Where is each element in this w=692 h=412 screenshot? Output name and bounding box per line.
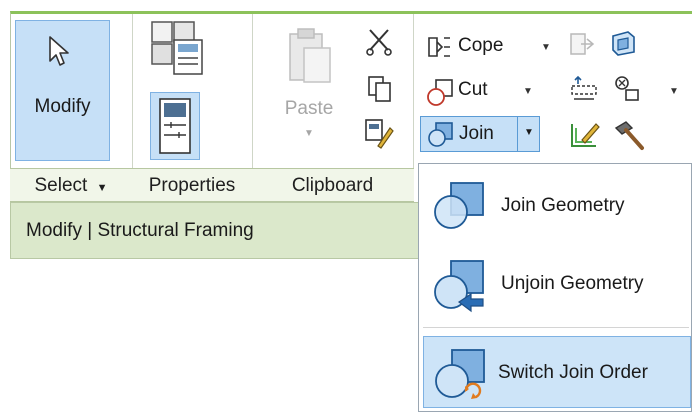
clipboard-panel-label: Clipboard [291, 175, 374, 196]
cut-geometry-label: Cut [458, 79, 488, 100]
modify-button[interactable]: Modify [15, 20, 110, 161]
select-panel-label[interactable]: Select ▼ [10, 169, 132, 202]
cope-label: Cope [458, 35, 504, 56]
contextual-tab-bar[interactable]: Modify | Structural Framing [10, 202, 419, 259]
cope-icon [428, 37, 450, 57]
paste-button[interactable]: Paste ▼ [266, 20, 352, 160]
menu-item-label: Unjoin Geometry [501, 273, 644, 294]
menu-item-unjoin-geometry[interactable]: Unjoin Geometry [423, 248, 691, 320]
paste-label: Paste [284, 98, 334, 119]
join-geometry-icon [434, 182, 484, 229]
edit-profile-icon[interactable] [568, 118, 600, 150]
menu-item-label: Join Geometry [501, 195, 625, 216]
type-properties-button[interactable] [150, 92, 200, 160]
menu-item-switch-join-order[interactable]: Switch Join Order [423, 336, 691, 408]
menu-separator [423, 327, 689, 328]
wall-join-icon[interactable] [568, 74, 600, 104]
select-panel-text: Select [34, 175, 88, 196]
hammer-icon[interactable] [612, 118, 646, 152]
paint-icon[interactable] [608, 28, 638, 58]
panel-label-bar: Select ▼ Properties Clipboard [10, 168, 414, 202]
cursor-arrow-icon [49, 36, 69, 66]
cut-geometry-icon [427, 79, 453, 106]
chevron-down-icon: ▼ [96, 182, 108, 194]
demolish-icon[interactable] [612, 74, 642, 104]
properties-panel-label: Properties [148, 175, 236, 196]
join-geometry-icon [428, 122, 453, 147]
switch-join-order-icon [435, 349, 485, 399]
modify-label: Modify [34, 96, 91, 117]
properties-palette-icon[interactable] [148, 18, 208, 78]
demolish-dropdown-arrow[interactable]: ▼ [669, 86, 679, 97]
paste-dropdown-arrow[interactable]: ▼ [304, 128, 314, 139]
join-dropdown-button[interactable]: ▼ [518, 116, 540, 152]
unjoin-geometry-icon [434, 260, 484, 313]
split-face-icon[interactable] [567, 30, 597, 58]
join-button[interactable]: Join [420, 116, 518, 152]
paste-icon [289, 28, 331, 83]
menu-item-label: Switch Join Order [498, 362, 648, 383]
match-type-properties-icon[interactable] [362, 116, 396, 150]
contextual-tab-label: Modify | Structural Framing [26, 220, 254, 241]
copy-icon[interactable] [366, 74, 394, 104]
join-label: Join [459, 123, 494, 144]
chevron-down-icon: ▼ [524, 127, 534, 138]
type-properties-icon [159, 98, 191, 154]
cope-dropdown-arrow[interactable]: ▼ [541, 42, 551, 53]
scissors-icon[interactable] [364, 26, 394, 56]
cut-dropdown-arrow[interactable]: ▼ [523, 86, 533, 97]
join-dropdown-menu: Join Geometry Unjoin Geometry Switch Joi… [418, 163, 692, 412]
menu-item-join-geometry[interactable]: Join Geometry [423, 170, 691, 242]
